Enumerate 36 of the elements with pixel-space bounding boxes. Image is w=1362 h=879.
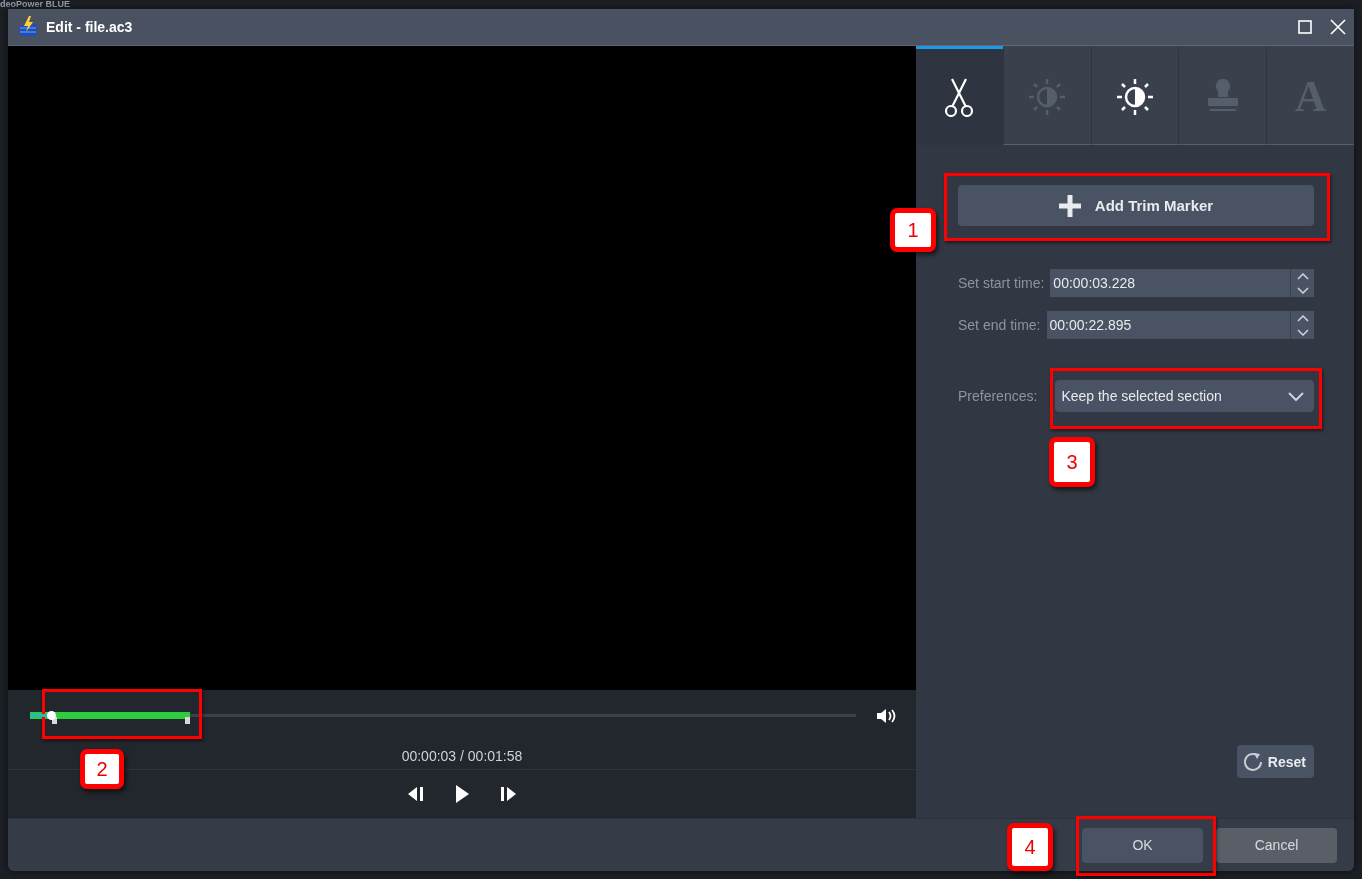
- plus-icon: [1058, 194, 1081, 217]
- callout-number: 3: [1049, 437, 1095, 487]
- refresh-icon: [1242, 751, 1263, 772]
- dialog-button[interactable]: OK: [1082, 827, 1203, 863]
- next-frame-button[interactable]: [500, 785, 518, 803]
- brightness-contrast-icon: [1116, 77, 1154, 116]
- dialog-button[interactable]: Cancel: [1216, 827, 1337, 863]
- callout-number: 4: [1007, 823, 1053, 871]
- field-label: Set start time:: [958, 275, 1045, 291]
- reset-button[interactable]: Reset: [1236, 745, 1314, 778]
- play-button[interactable]: [454, 784, 470, 804]
- chevron-down-icon: [1296, 286, 1309, 294]
- end-marker[interactable]: [185, 717, 191, 724]
- callout-number: 1: [890, 208, 936, 252]
- playhead-thumb[interactable]: [47, 711, 57, 720]
- chevron-down-icon: [1288, 391, 1304, 401]
- time-field[interactable]: 00:00:22.895: [1046, 311, 1290, 339]
- chevron-down-icon: [1296, 328, 1309, 336]
- scissors-icon: [944, 76, 975, 117]
- field-label: Preferences:: [958, 388, 1038, 404]
- previous-frame-button[interactable]: [406, 785, 424, 803]
- maximize-button[interactable]: [1298, 20, 1312, 34]
- volume-icon[interactable]: [876, 708, 896, 724]
- preferences-dropdown[interactable]: Keep the selected section: [1055, 380, 1314, 412]
- add-trim-marker-button[interactable]: Add Trim Marker: [958, 185, 1314, 226]
- time-field[interactable]: 00:00:03.228: [1050, 269, 1290, 297]
- window-title: Edit - file.ac3: [46, 19, 134, 35]
- chevron-up-icon: [1296, 314, 1309, 322]
- callout-number: 2: [80, 749, 124, 789]
- app-title: deoPower BLUE: [0, 0, 70, 9]
- app-logo-icon: [18, 16, 38, 38]
- field-label: Set end time:: [958, 317, 1041, 333]
- chevron-up-icon: [1296, 272, 1309, 280]
- tool-tab[interactable]: [1090, 46, 1179, 145]
- close-button[interactable]: [1330, 19, 1346, 35]
- brightness-contrast-icon: [1028, 77, 1067, 116]
